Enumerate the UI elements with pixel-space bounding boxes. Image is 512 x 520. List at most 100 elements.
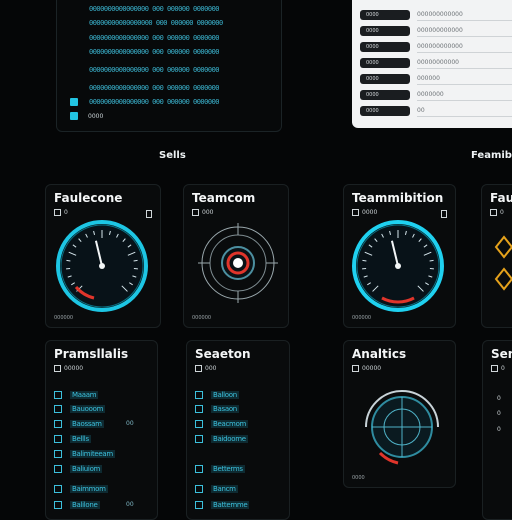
speed-gauge xyxy=(50,219,158,313)
card-subtitle: 000 xyxy=(195,365,216,372)
card-footer: 000000 xyxy=(54,315,73,321)
info-icon xyxy=(54,365,61,372)
checkbox xyxy=(54,420,62,428)
form-row: 0000 000000000000 xyxy=(360,10,512,20)
card-title: Seaeton xyxy=(195,347,251,361)
log-marker-icon[interactable] xyxy=(70,112,78,120)
list-item[interactable]: Bauooom xyxy=(54,405,174,414)
gauge-tick xyxy=(430,260,434,261)
log-line: 0000000000000000 000 000000 0000000 xyxy=(89,85,257,91)
log-line: 00000000000000000 000 000000 0000000 xyxy=(89,20,257,26)
log-marker-icon[interactable] xyxy=(70,98,78,106)
log-line: 0000000000000000 000 000000 0000000 xyxy=(89,99,257,105)
gauge-card[interactable]: Faulecone 0 000000 xyxy=(45,184,161,328)
list-item[interactable]: Battemme xyxy=(195,501,315,510)
checkbox xyxy=(54,391,62,399)
checkbox xyxy=(54,435,62,443)
form-field[interactable]: 00000000000 xyxy=(417,58,512,69)
checkbox xyxy=(54,450,62,458)
list-item[interactable]: Baossam00 xyxy=(54,420,174,429)
card-subtitle: 000 xyxy=(192,209,213,216)
list-item[interactable]: Basaon xyxy=(195,405,315,414)
info-icon xyxy=(352,209,359,216)
card-title: Pramsllalis xyxy=(54,347,128,361)
side-item[interactable]: 0 xyxy=(497,426,501,433)
side-item[interactable]: 0 xyxy=(497,410,501,417)
form-row: 0000 00 xyxy=(360,106,512,116)
form-field[interactable]: 000000000000 xyxy=(417,10,512,21)
list-item[interactable]: Bellls xyxy=(54,435,174,444)
card-title: Analtics xyxy=(352,347,406,361)
form-label: 0000 xyxy=(360,106,410,116)
gauge-tick xyxy=(362,260,366,261)
list-item[interactable]: Maaam xyxy=(54,391,174,400)
list-item[interactable]: Baimmom xyxy=(54,485,174,494)
form-field[interactable]: 000000000000 xyxy=(417,42,512,53)
form-field[interactable]: 0000000 xyxy=(417,90,512,101)
target-dial xyxy=(196,221,280,305)
card-footer: 000000 xyxy=(192,315,211,321)
checkbox xyxy=(195,465,203,473)
card-subtitle: 0 xyxy=(491,365,505,372)
warning-icons xyxy=(494,235,512,295)
form-row: 0000 000000000000 xyxy=(360,26,512,36)
form-label: 0000 xyxy=(360,74,410,84)
form-field[interactable]: 000000000000 xyxy=(417,26,512,37)
warning-icon xyxy=(496,237,512,257)
card-title: Sen xyxy=(491,347,512,361)
list-item[interactable]: Baliuiom xyxy=(54,465,174,474)
card-title: Faulecone xyxy=(54,191,122,205)
list-item[interactable]: Betterms xyxy=(195,465,315,474)
log-line: 0000000000000000 000 000000 0000000 xyxy=(89,6,257,12)
checkbox xyxy=(195,501,203,509)
gauge-tick xyxy=(66,260,70,261)
list-item[interactable]: Bancm xyxy=(195,485,315,494)
card-subtitle: 0000 xyxy=(352,209,377,216)
form-field[interactable]: 00 xyxy=(417,106,512,117)
list-item[interactable]: Balimiteeam xyxy=(54,450,174,459)
form-label: 0000 xyxy=(360,10,410,20)
status-card[interactable]: Faule 0 xyxy=(481,184,512,328)
section-title-left: Sells xyxy=(159,150,186,161)
gauge-tick xyxy=(134,260,138,261)
form-row: 0000 0000000 xyxy=(360,90,512,100)
gauge-card[interactable]: Teammibition 0000 000000 xyxy=(343,184,456,328)
list-item[interactable]: Balilone00 xyxy=(54,501,174,510)
menu-icon[interactable] xyxy=(441,210,447,218)
list-item[interactable]: Balloon xyxy=(195,391,315,400)
menu-icon[interactable] xyxy=(146,210,152,218)
log-footer: 0000 xyxy=(88,113,103,120)
checkbox xyxy=(195,485,203,493)
form-row: 0000 000000000000 xyxy=(360,42,512,52)
log-line: 0000000000000000 000 000000 0000000 xyxy=(89,35,257,41)
side-item[interactable]: 0 xyxy=(497,395,501,402)
checkbox xyxy=(195,420,203,428)
form-label: 0000 xyxy=(360,26,410,36)
card-subtitle: 00000 xyxy=(54,365,83,372)
target-card[interactable]: Teamcom 000 000000 xyxy=(183,184,289,328)
list-item[interactable]: Baidoome xyxy=(195,435,315,444)
analytics-dial xyxy=(358,383,446,469)
list-item[interactable]: Beacmom xyxy=(195,420,315,429)
warning-icon xyxy=(496,269,512,289)
side-card[interactable]: Sen 0 0 0 0 xyxy=(482,340,512,520)
checkbox xyxy=(195,405,203,413)
form-label: 0000 xyxy=(360,42,410,52)
checkbox xyxy=(54,405,62,413)
checkbox xyxy=(54,485,62,493)
form-label: 0000 xyxy=(360,90,410,100)
card-subtitle: 0 xyxy=(54,209,68,216)
info-icon xyxy=(54,209,61,216)
list-card[interactable]: Seaeton 000 Balloon Basaon Beacmom Baido… xyxy=(186,340,290,520)
checkbox xyxy=(195,435,203,443)
card-title: Teammibition xyxy=(352,191,443,205)
info-icon xyxy=(192,209,199,216)
speed-gauge xyxy=(348,219,454,313)
analytics-card[interactable]: Analtics 00000 0000 xyxy=(343,340,456,488)
card-footer: 000000 xyxy=(352,315,371,321)
form-label: 0000 xyxy=(360,58,410,68)
info-icon xyxy=(491,365,498,372)
list-card[interactable]: Pramsllalis 00000 Maaam Bauooom Baossam0… xyxy=(45,340,158,520)
card-title: Faule xyxy=(490,191,512,205)
form-field[interactable]: 000000 xyxy=(417,74,512,85)
